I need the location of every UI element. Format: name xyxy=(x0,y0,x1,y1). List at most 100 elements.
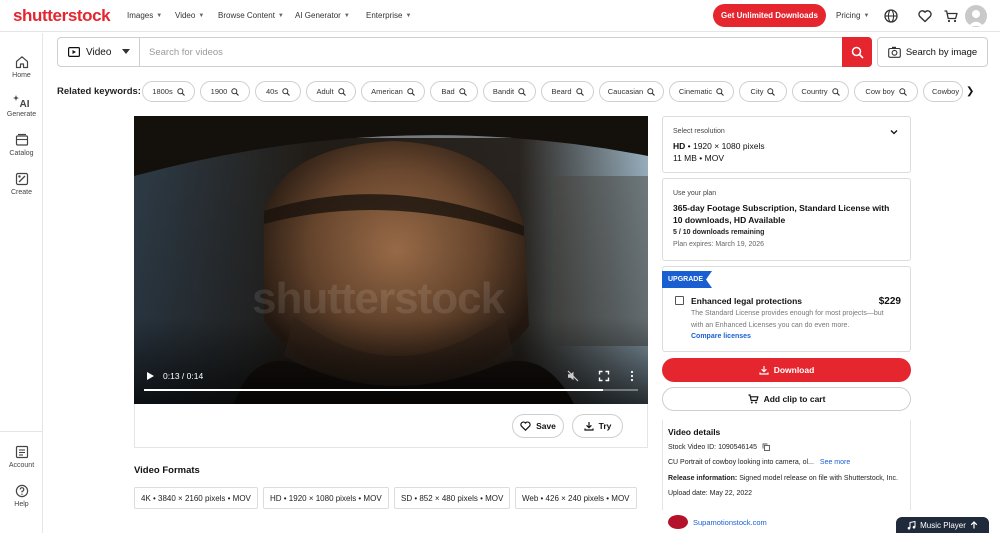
nav-enterprise[interactable]: Enterprise ▼ xyxy=(366,11,411,20)
sidebar-item-create[interactable]: Create xyxy=(0,172,43,196)
nav-pricing[interactable]: Pricing ▼ xyxy=(836,11,869,20)
nav-browse-content-label: Browse Content xyxy=(218,11,275,20)
shutterstock-logo[interactable]: shutterstock xyxy=(13,6,111,26)
download-tray-icon xyxy=(584,422,594,431)
video-frame xyxy=(134,116,648,404)
keyword-chip[interactable]: 1900 xyxy=(200,81,250,102)
keyword-chip-label: 1800s xyxy=(152,87,173,96)
try-button[interactable]: Try xyxy=(572,414,623,438)
chevron-down-icon: ▼ xyxy=(277,13,284,19)
keyword-chip[interactable]: Bad xyxy=(430,81,478,102)
sidebar-item-label: Catalog xyxy=(9,150,34,157)
download-icon xyxy=(759,366,769,375)
copy-icon[interactable] xyxy=(762,443,770,451)
video-player[interactable]: shutterstock 0:13 / 0:14 xyxy=(134,116,648,404)
search-button[interactable] xyxy=(842,37,872,67)
nav-browse-content[interactable]: Browse Content ▼ xyxy=(218,11,284,20)
ai-sparkle-icon: AI xyxy=(12,95,29,108)
heart-icon[interactable] xyxy=(917,8,933,24)
keyword-chip[interactable]: Cinematic xyxy=(669,81,734,102)
format-option[interactable]: 4K • 3840 × 2160 pixels • MOV xyxy=(134,487,258,509)
keyword-chip-label: Cinematic xyxy=(678,87,713,96)
resolution-value: HD • 1920 × 1080 pixels xyxy=(673,141,765,151)
search-by-image-button[interactable]: Search by image xyxy=(877,37,988,67)
video-description-row: CU Portrait of cowboy looking into camer… xyxy=(668,459,850,466)
nav-ai-generator-label: AI Generator xyxy=(295,11,341,20)
search-icon xyxy=(716,87,725,96)
player-controls: 0:13 / 0:14 xyxy=(134,364,648,404)
keyword-chip[interactable]: Caucasian xyxy=(599,81,664,102)
video-formats-title: Video Formats xyxy=(134,465,200,476)
sidebar-item-catalog[interactable]: Catalog xyxy=(0,133,43,157)
keyword-chip-label: Country xyxy=(801,87,828,96)
keyword-chip[interactable]: Cowboy xyxy=(923,81,963,102)
nav-images-label: Images xyxy=(127,11,154,20)
keyword-chip-label: Bad xyxy=(441,87,455,96)
media-type-select[interactable]: Video xyxy=(58,38,140,66)
nav-pricing-label: Pricing xyxy=(836,11,861,20)
keyword-chip[interactable]: Adult xyxy=(306,81,356,102)
media-type-label: Video xyxy=(86,46,112,58)
save-button[interactable]: Save xyxy=(512,414,564,438)
get-unlimited-downloads-button[interactable]: Get Unlimited Downloads xyxy=(713,4,826,27)
keyword-chip[interactable]: Beard xyxy=(541,81,594,102)
sidebar-item-help[interactable]: Help xyxy=(0,484,43,508)
keyword-chip-label: Cowboy xyxy=(932,87,960,96)
upgrade-card: UPGRADE Enhanced legal protections $229 … xyxy=(662,266,911,352)
resolution-selector[interactable]: Select resolution HD • 1920 × 1080 pixel… xyxy=(662,116,911,173)
camera-search-icon xyxy=(887,46,901,58)
enhanced-license-checkbox[interactable] xyxy=(675,296,684,305)
keyword-chip[interactable]: Bandit xyxy=(483,81,536,102)
cart-icon[interactable] xyxy=(943,8,959,24)
keyword-chip[interactable]: 40s xyxy=(255,81,301,102)
upload-date: Upload date: May 22, 2022 xyxy=(668,490,753,497)
keyword-chip[interactable]: American xyxy=(361,81,425,102)
download-button[interactable]: Download xyxy=(662,358,911,382)
plan-name: 365-day Footage Subscription, Standard L… xyxy=(673,203,890,225)
search-icon xyxy=(282,87,290,96)
search-by-image-label: Search by image xyxy=(905,46,978,58)
plan-card[interactable]: Use your plan 365-day Footage Subscripti… xyxy=(662,178,911,261)
fullscreen-icon[interactable] xyxy=(598,370,610,382)
search-icon xyxy=(575,87,584,96)
play-icon[interactable] xyxy=(146,371,155,381)
keyword-chip[interactable]: Cow boy xyxy=(854,81,918,102)
format-option[interactable]: SD • 852 × 480 pixels • MOV xyxy=(394,487,511,509)
nav-enterprise-label: Enterprise xyxy=(366,11,403,20)
nav-ai-generator[interactable]: AI Generator ▼ xyxy=(295,11,350,20)
stock-video-id: Stock Video ID: 1090546145 xyxy=(668,443,757,451)
sidebar-item-account[interactable]: Account xyxy=(0,445,43,469)
sidebar-item-generate[interactable]: AI Generate xyxy=(0,94,43,118)
format-option[interactable]: Web • 426 × 240 pixels • MOV xyxy=(515,487,637,509)
sidebar-item-home[interactable]: Home xyxy=(0,55,43,79)
music-player-toggle[interactable]: Music Player xyxy=(896,517,989,533)
enhanced-license-description: The Standard License provides enough for… xyxy=(691,310,884,329)
search-input[interactable] xyxy=(140,38,842,66)
progress-bar[interactable] xyxy=(144,389,638,391)
nav-images[interactable]: Images ▼ xyxy=(127,11,162,20)
nav-video[interactable]: Video ▼ xyxy=(175,11,204,20)
chevron-down-icon: ▼ xyxy=(343,13,350,19)
keyword-chip[interactable]: 1800s xyxy=(142,81,195,102)
plan-downloads-remaining: 5 / 10 downloads remaining xyxy=(673,229,765,236)
download-button-label: Download xyxy=(773,365,815,375)
compare-licenses-link[interactable]: Compare licenses xyxy=(691,333,751,340)
add-to-cart-button[interactable]: Add clip to cart xyxy=(662,387,911,411)
stock-video-id-row: Stock Video ID: 1090546145 xyxy=(668,443,770,451)
more-options-icon[interactable] xyxy=(629,370,635,382)
avatar[interactable] xyxy=(965,5,987,27)
muted-speaker-icon[interactable] xyxy=(567,370,579,382)
keyword-chip[interactable]: Country xyxy=(792,81,849,102)
see-more-link[interactable]: See more xyxy=(820,459,850,466)
globe-icon[interactable] xyxy=(883,8,899,24)
resolution-dimensions: • 1920 × 1080 pixels xyxy=(685,141,765,151)
catalog-icon xyxy=(15,133,28,146)
heart-icon xyxy=(520,421,531,431)
chevron-down-icon: ▼ xyxy=(863,13,870,19)
enhanced-license-title: Enhanced legal protections xyxy=(691,296,802,306)
chevron-right-icon[interactable]: ❯ xyxy=(966,86,974,97)
chevron-down-icon[interactable] xyxy=(890,128,898,137)
keyword-chip[interactable]: City xyxy=(739,81,787,102)
format-option[interactable]: HD • 1920 × 1080 pixels • MOV xyxy=(263,487,389,509)
contributor-link[interactable]: Supamotionstock.com xyxy=(668,515,767,529)
